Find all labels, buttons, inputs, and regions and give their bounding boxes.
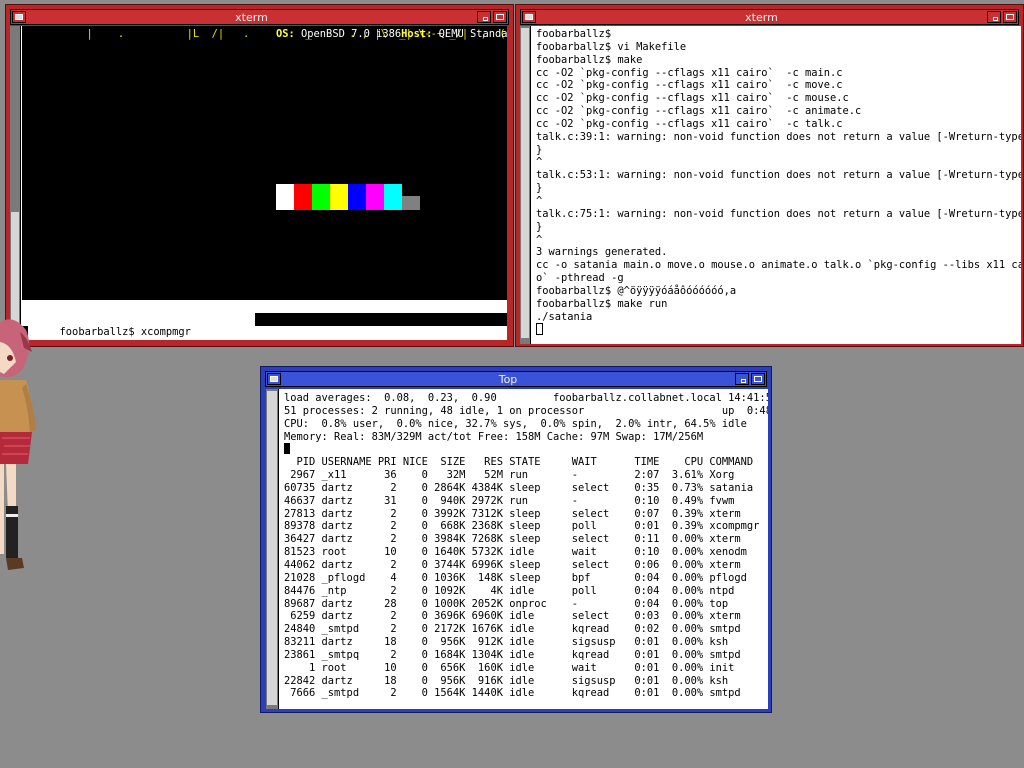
window-menu-icon[interactable] [522, 11, 536, 23]
neofetch-window-title: xterm [235, 10, 268, 24]
build-window-title: xterm [745, 10, 778, 24]
terminal-line: foobarballz$ make run [536, 297, 668, 310]
scrollbar-thumb[interactable] [521, 28, 529, 338]
palette-swatch [276, 184, 294, 210]
terminal-line: foobarballz$ vi Makefile [536, 40, 687, 53]
info-row: OS: OpenBSD 7.0 i386 [276, 28, 401, 40]
palette-swatch [348, 184, 366, 210]
maximize-icon[interactable] [751, 373, 765, 385]
process-row: 24840 _smtpd 2 0 2172K 1676K idle kqread… [284, 623, 741, 636]
neofetch-xterm-window[interactable]: xterm | . |L /| . _ . , |\ _| \--+._/| ,… [5, 4, 514, 347]
build-xterm-window[interactable]: xterm foobarballz$ foobarballz$ vi Makefi… [515, 4, 1024, 347]
build-terminal-text[interactable]: foobarballz$ foobarballz$ vi Makefile foob… [536, 28, 1021, 344]
terminal-line: } [536, 220, 543, 233]
terminal-line: cc -O2 `pkg-config --cflags x11 cairo` -… [536, 117, 843, 130]
satania-mascot[interactable] [0, 314, 42, 576]
process-row: 81523 root 10 0 1640K 5732K idle wait 0:… [284, 546, 747, 559]
terminal-line: talk.c:53:1: warning: non-void function … [536, 169, 1021, 182]
build-titlebar[interactable]: xterm [520, 9, 1019, 25]
process-row: 2967 _x11 36 0 32M 52M run - 2:07 3.61% … [284, 469, 735, 482]
neofetch-output: | . |L /| . _ . , |\ _| \--+._/| , ( ) /… [22, 26, 507, 300]
info-key: Host: [401, 28, 433, 40]
process-row: 6259 dartz 2 0 3696K 6960K idle select 0… [284, 610, 741, 623]
info-key: OS: [276, 28, 295, 40]
top-scrollbar[interactable] [266, 389, 279, 709]
top-header-line [284, 443, 768, 456]
color-palette [276, 184, 420, 210]
process-row: 1 root 10 0 656K 160K idle wait 0:01 0.0… [284, 661, 735, 674]
top-window-title: Top [498, 372, 518, 386]
text-cursor [536, 323, 543, 336]
build-scrollbar[interactable] [520, 26, 531, 344]
terminal-line: foobarballz$ @^öÿÿÿÿóáåôóóóóóó,a [536, 284, 737, 297]
palette-swatch [294, 184, 312, 210]
process-row: 89378 dartz 2 0 668K 2368K sleep poll 0:… [284, 520, 760, 533]
text-cursor [284, 443, 290, 455]
terminal-line: } [536, 143, 543, 156]
ascii-line: | . [24, 28, 125, 40]
window-menu-icon[interactable] [12, 11, 26, 23]
palette-swatch [384, 184, 402, 210]
terminal-line: cc -o satania main.o move.o mouse.o anim… [536, 259, 1021, 272]
top-window[interactable]: Top load averages: 0.08, 0.23, 0.90 foob… [260, 366, 772, 713]
terminal-line [536, 323, 1021, 336]
window-menu-icon[interactable] [267, 373, 281, 385]
palette-swatch [312, 184, 330, 210]
terminal-line: cc -O2 `pkg-config --cflags x11 cairo` -… [536, 66, 843, 79]
terminal-line: o` -pthread -g [536, 272, 624, 285]
terminal-line: ^ [536, 233, 543, 246]
palette-swatch [402, 196, 420, 210]
terminal-line: cc -O2 `pkg-config --cflags x11 cairo` -… [536, 105, 862, 118]
top-titlebar[interactable]: Top [265, 371, 767, 387]
process-row: 27813 dartz 2 0 3992K 7312K sleep select… [284, 507, 741, 520]
build-client[interactable]: foobarballz$ foobarballz$ vi Makefile foob… [520, 26, 1021, 344]
process-row: 60735 dartz 2 0 2864K 4384K sleep select… [284, 481, 754, 494]
process-row: 21028 _pflogd 4 0 1036K 148K sleep bpf 0… [284, 571, 747, 584]
minimize-icon[interactable] [477, 11, 491, 23]
minimize-icon[interactable] [987, 11, 1001, 23]
process-row: 36427 dartz 2 0 3984K 7268K sleep select… [284, 533, 741, 546]
palette-swatch [366, 184, 384, 210]
terminal-line: ^ [536, 194, 543, 207]
info-row: Host: QEMU Standard PC (i440FX + PIIX [401, 28, 507, 40]
neofetch-scrollbar[interactable] [10, 26, 21, 340]
info-value: OpenBSD 7.0 i386 [294, 28, 402, 40]
process-table-header: PID USERNAME PRI NICE SIZE RES STATE WAI… [284, 456, 754, 469]
terminal-line: 3 warnings generated. [536, 246, 668, 259]
terminal-line: foobarballz$ [536, 28, 612, 40]
terminal-line: ./satania [536, 310, 593, 323]
top-header-line: CPU: 0.8% user, 0.0% nice, 32.7% sys, 0.… [284, 417, 747, 430]
maximize-icon[interactable] [1003, 11, 1017, 23]
neofetch-titlebar[interactable]: xterm [10, 9, 509, 25]
top-client[interactable]: load averages: 0.08, 0.23, 0.90 foobarba… [266, 389, 768, 709]
terminal-line: cc -O2 `pkg-config --cflags x11 cairo` -… [536, 79, 843, 92]
top-output: load averages: 0.08, 0.23, 0.90 foobarba… [284, 392, 768, 709]
terminal-line: } [536, 182, 543, 195]
prompt-line: foobarballz$ xcompmgr [59, 326, 191, 338]
top-header-line: Memory: Real: 83M/329M act/tot Free: 158… [284, 430, 704, 443]
terminal-line: ^ [536, 156, 543, 169]
process-row: 84476 _ntp 2 0 1092K 4K idle poll 0:04 0… [284, 584, 735, 597]
process-row: 7666 _smtpd 2 0 1564K 1440K idle kqread … [284, 687, 741, 700]
process-row: 89687 dartz 28 0 1000K 2052K onproc - 0:… [284, 597, 729, 610]
process-row: 23861 _smtpq 2 0 1684K 1304K idle kqread… [284, 648, 741, 661]
terminal-line: foobarballz$ make [536, 53, 643, 66]
system-info-list: OS: OpenBSD 7.0 i386Host: QEMU Standard … [276, 28, 507, 41]
neofetch-client[interactable]: | . |L /| . _ . , |\ _| \--+._/| , ( ) /… [10, 26, 507, 340]
terminal-line: cc -O2 `pkg-config --cflags x11 cairo` -… [536, 92, 849, 105]
top-header-line: load averages: 0.08, 0.23, 0.90 foobarba… [284, 392, 768, 404]
terminal-line: talk.c:39:1: warning: non-void function … [536, 130, 1021, 143]
minimize-icon[interactable] [735, 373, 749, 385]
process-row: 44062 dartz 2 0 3744K 6996K sleep select… [284, 558, 741, 571]
process-row: 83211 dartz 18 0 956K 912K idle sigsusp … [284, 636, 729, 649]
process-row: 46637 dartz 31 0 940K 2972K run - 0:10 0… [284, 494, 735, 507]
terminal-line: talk.c:75:1: warning: non-void function … [536, 207, 1021, 220]
info-value: QEMU Standard PC (i440FX + PIIX [438, 28, 507, 40]
maximize-icon[interactable] [493, 11, 507, 23]
palette-swatch [330, 184, 348, 210]
scrollbar-thumb[interactable] [267, 391, 277, 705]
neofetch-prompt-bar: foobarballz$ xcompmgr [22, 313, 255, 338]
top-header-line: 51 processes: 2 running, 48 idle, 1 on p… [284, 404, 768, 417]
process-row: 22842 dartz 18 0 956K 916K idle sigsusp … [284, 674, 729, 687]
